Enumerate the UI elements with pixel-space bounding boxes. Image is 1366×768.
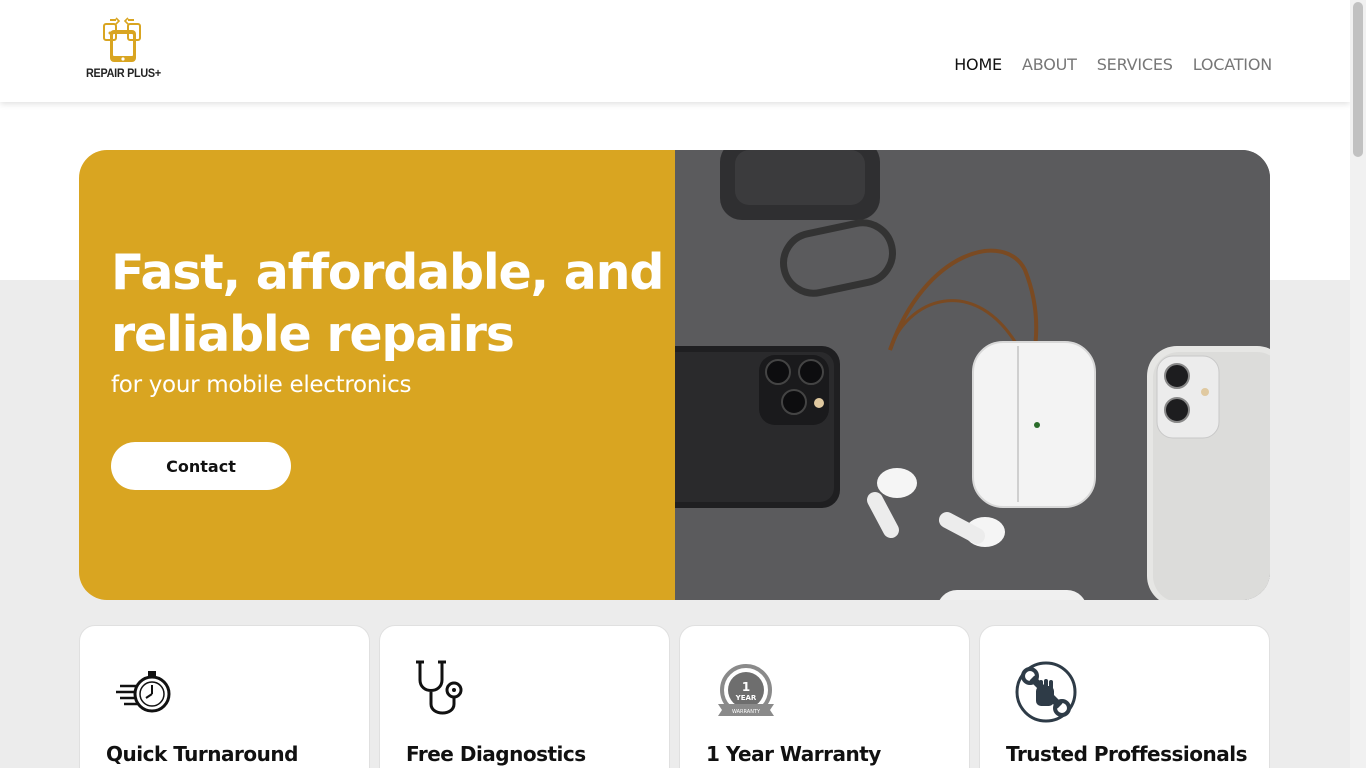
feature-title: Free Diagnostics <box>406 742 586 766</box>
feature-card-warranty: 1 YEAR WARRANTY 1 Year Warranty <box>679 625 970 768</box>
hero-subtitle: for your mobile electronics <box>111 372 412 398</box>
feature-card-diagnostics: Free Diagnostics <box>379 625 670 768</box>
contact-button[interactable]: Contact <box>111 442 291 490</box>
badge-number: 1 <box>742 680 750 694</box>
devices-photo <box>675 150 1270 600</box>
hero-text-panel: Fast, affordable, and reliable repairs f… <box>79 150 675 600</box>
badge-ribbon: WARRANTY <box>732 709 761 715</box>
main-nav: HOME ABOUT SERVICES LOCATION <box>954 55 1272 74</box>
hero-title: Fast, affordable, and reliable repairs <box>111 244 664 363</box>
feature-title: 1 Year Warranty <box>706 742 881 766</box>
feature-cards: Quick Turnaround Free Diagnostics 1 YEAR… <box>79 625 1270 768</box>
warranty-badge-icon: 1 YEAR WARRANTY <box>718 664 774 716</box>
badge-word: YEAR <box>735 694 757 702</box>
feature-title: Quick Turnaround <box>106 742 298 766</box>
nav-location[interactable]: LOCATION <box>1193 55 1272 74</box>
wrench-hand-icon <box>1015 661 1077 723</box>
brand-logo[interactable]: REPAIR PLUS+ <box>82 16 162 88</box>
feature-title: Trusted Proffessionals <box>1006 742 1247 766</box>
nav-services[interactable]: SERVICES <box>1097 55 1173 74</box>
brand-name: REPAIR PLUS+ <box>86 66 161 80</box>
stopwatch-icon <box>116 671 171 713</box>
page-scrollbar[interactable] <box>1350 0 1366 768</box>
hero-banner: Fast, affordable, and reliable repairs f… <box>79 150 1270 600</box>
site-header: REPAIR PLUS+ HOME ABOUT SERVICES LOCATIO… <box>0 0 1350 102</box>
feature-card-professionals: Trusted Proffessionals <box>979 625 1270 768</box>
nav-about[interactable]: ABOUT <box>1022 55 1077 74</box>
phone-repair-icon <box>103 17 141 62</box>
hero-image <box>675 150 1270 600</box>
nav-home[interactable]: HOME <box>954 55 1002 74</box>
feature-card-turnaround: Quick Turnaround <box>79 625 370 768</box>
stethoscope-icon <box>416 660 463 715</box>
scroll-thumb[interactable] <box>1353 2 1363 157</box>
